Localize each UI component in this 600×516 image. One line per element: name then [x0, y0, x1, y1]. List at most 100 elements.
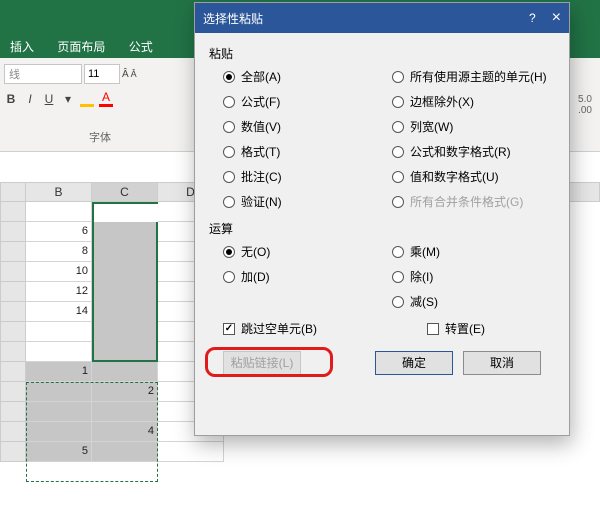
op-opt-none[interactable]: 无(O)	[223, 243, 386, 260]
paste-opt-formula[interactable]: 公式(F)	[223, 93, 386, 110]
paste-opt-validate[interactable]: 验证(N)	[223, 193, 386, 210]
font-group-label: 字体	[4, 129, 196, 145]
radio-icon	[392, 71, 404, 83]
cell[interactable]	[92, 282, 158, 302]
radio-icon	[223, 146, 235, 158]
cell[interactable]	[92, 342, 158, 362]
cell[interactable]: 6	[26, 222, 92, 242]
op-opt-mul[interactable]: 乘(M)	[392, 243, 555, 260]
paste-opt-all[interactable]: 全部(A)	[223, 68, 386, 85]
paste-special-dialog: 选择性粘贴 ? × 粘贴 全部(A)所有使用源主题的单元(H)公式(F)边框除外…	[194, 2, 570, 436]
row-header[interactable]	[0, 322, 26, 342]
increase-font-icon[interactable]: Â	[122, 69, 129, 80]
row-header[interactable]	[0, 402, 26, 422]
col-header-c[interactable]: C	[92, 182, 158, 202]
cell[interactable]: 4	[92, 422, 158, 442]
row-header[interactable]	[0, 282, 26, 302]
bold-button[interactable]: B	[4, 92, 18, 106]
cell[interactable]	[26, 422, 92, 442]
cell[interactable]	[26, 202, 92, 222]
italic-button[interactable]: I	[23, 92, 37, 106]
radio-icon	[392, 96, 404, 108]
cell[interactable]	[26, 342, 92, 362]
cell[interactable]	[26, 382, 92, 402]
row-header[interactable]	[0, 262, 26, 282]
cell[interactable]	[92, 362, 158, 382]
decrease-font-icon[interactable]: Ǎ	[131, 69, 137, 79]
row-header[interactable]	[0, 222, 26, 242]
cell[interactable]: 1	[26, 362, 92, 382]
border-button[interactable]: ▾	[61, 92, 75, 106]
cell[interactable]: 8	[26, 242, 92, 262]
cell[interactable]	[92, 402, 158, 422]
tab-formula[interactable]: 公式	[119, 36, 163, 58]
op-opt-div[interactable]: 除(I)	[392, 268, 555, 285]
paste-opt-merge_cond: 所有合并条件格式(G)	[392, 193, 555, 210]
paste-opt-no_border[interactable]: 边框除外(X)	[392, 93, 555, 110]
radio-icon	[392, 271, 404, 283]
select-all-corner[interactable]	[0, 182, 26, 202]
font-name-input[interactable]	[4, 64, 82, 84]
transpose-checkbox[interactable]	[427, 323, 439, 335]
cell[interactable]	[92, 302, 158, 322]
cell[interactable]: 2	[92, 382, 158, 402]
paste-opt-value[interactable]: 数值(V)	[223, 118, 386, 135]
cell[interactable]: 5	[26, 442, 92, 462]
row-header[interactable]	[0, 202, 26, 222]
tab-insert[interactable]: 插入	[0, 36, 44, 58]
dialog-title: 选择性粘贴	[203, 10, 263, 27]
help-icon[interactable]: ?	[529, 11, 536, 25]
paste-opt-col_width[interactable]: 列宽(W)	[392, 118, 555, 135]
ok-button[interactable]: 确定	[375, 351, 453, 375]
dialog-titlebar[interactable]: 选择性粘贴 ? ×	[195, 3, 569, 33]
row-header[interactable]	[0, 362, 26, 382]
radio-icon	[392, 121, 404, 133]
cell[interactable]	[26, 322, 92, 342]
radio-icon	[223, 96, 235, 108]
radio-icon	[392, 146, 404, 158]
row-header[interactable]	[0, 422, 26, 442]
paste-opt-fmla_fmt[interactable]: 公式和数字格式(R)	[392, 143, 555, 160]
radio-icon	[392, 196, 404, 208]
close-icon[interactable]: ×	[552, 9, 561, 27]
op-opt-add[interactable]: 加(D)	[223, 268, 386, 285]
paste-opt-comment[interactable]: 批注(C)	[223, 168, 386, 185]
cell[interactable]	[92, 242, 158, 262]
radio-icon	[223, 121, 235, 133]
cell[interactable]: 14	[26, 302, 92, 322]
tab-page-layout[interactable]: 页面布局	[47, 36, 115, 58]
cell[interactable]: 12	[26, 282, 92, 302]
cell[interactable]	[26, 402, 92, 422]
row-header[interactable]	[0, 382, 26, 402]
paste-opt-format_t[interactable]: 格式(T)	[223, 143, 386, 160]
fill-color-button[interactable]	[80, 90, 94, 107]
cell[interactable]: 10	[26, 262, 92, 282]
cell[interactable]	[92, 442, 158, 462]
radio-icon	[223, 171, 235, 183]
col-header-b[interactable]: B	[26, 182, 92, 202]
skip-blanks-label: 跳过空单元(B)	[241, 320, 317, 337]
row-header[interactable]	[0, 242, 26, 262]
paste-opt-src_theme[interactable]: 所有使用源主题的单元(H)	[392, 68, 555, 85]
cell[interactable]	[92, 202, 158, 222]
cell[interactable]	[92, 322, 158, 342]
radio-icon	[223, 71, 235, 83]
op-opt-sub[interactable]: 减(S)	[392, 293, 555, 310]
transpose-label: 转置(E)	[445, 320, 485, 337]
row-header[interactable]	[0, 342, 26, 362]
skip-blanks-checkbox[interactable]	[223, 323, 235, 335]
radio-icon	[392, 296, 404, 308]
cancel-button[interactable]: 取消	[463, 351, 541, 375]
font-color-button[interactable]: A	[99, 90, 113, 107]
radio-icon	[223, 271, 235, 283]
cell[interactable]	[158, 442, 224, 462]
cell[interactable]	[92, 222, 158, 242]
paste-opt-val_fmt[interactable]: 值和数字格式(U)	[392, 168, 555, 185]
row-header[interactable]	[0, 442, 26, 462]
row-header[interactable]	[0, 302, 26, 322]
cell[interactable]: 2	[92, 262, 158, 282]
radio-icon	[392, 246, 404, 258]
radio-icon	[223, 196, 235, 208]
font-size-input[interactable]	[84, 64, 120, 84]
underline-button[interactable]: U	[42, 92, 56, 106]
